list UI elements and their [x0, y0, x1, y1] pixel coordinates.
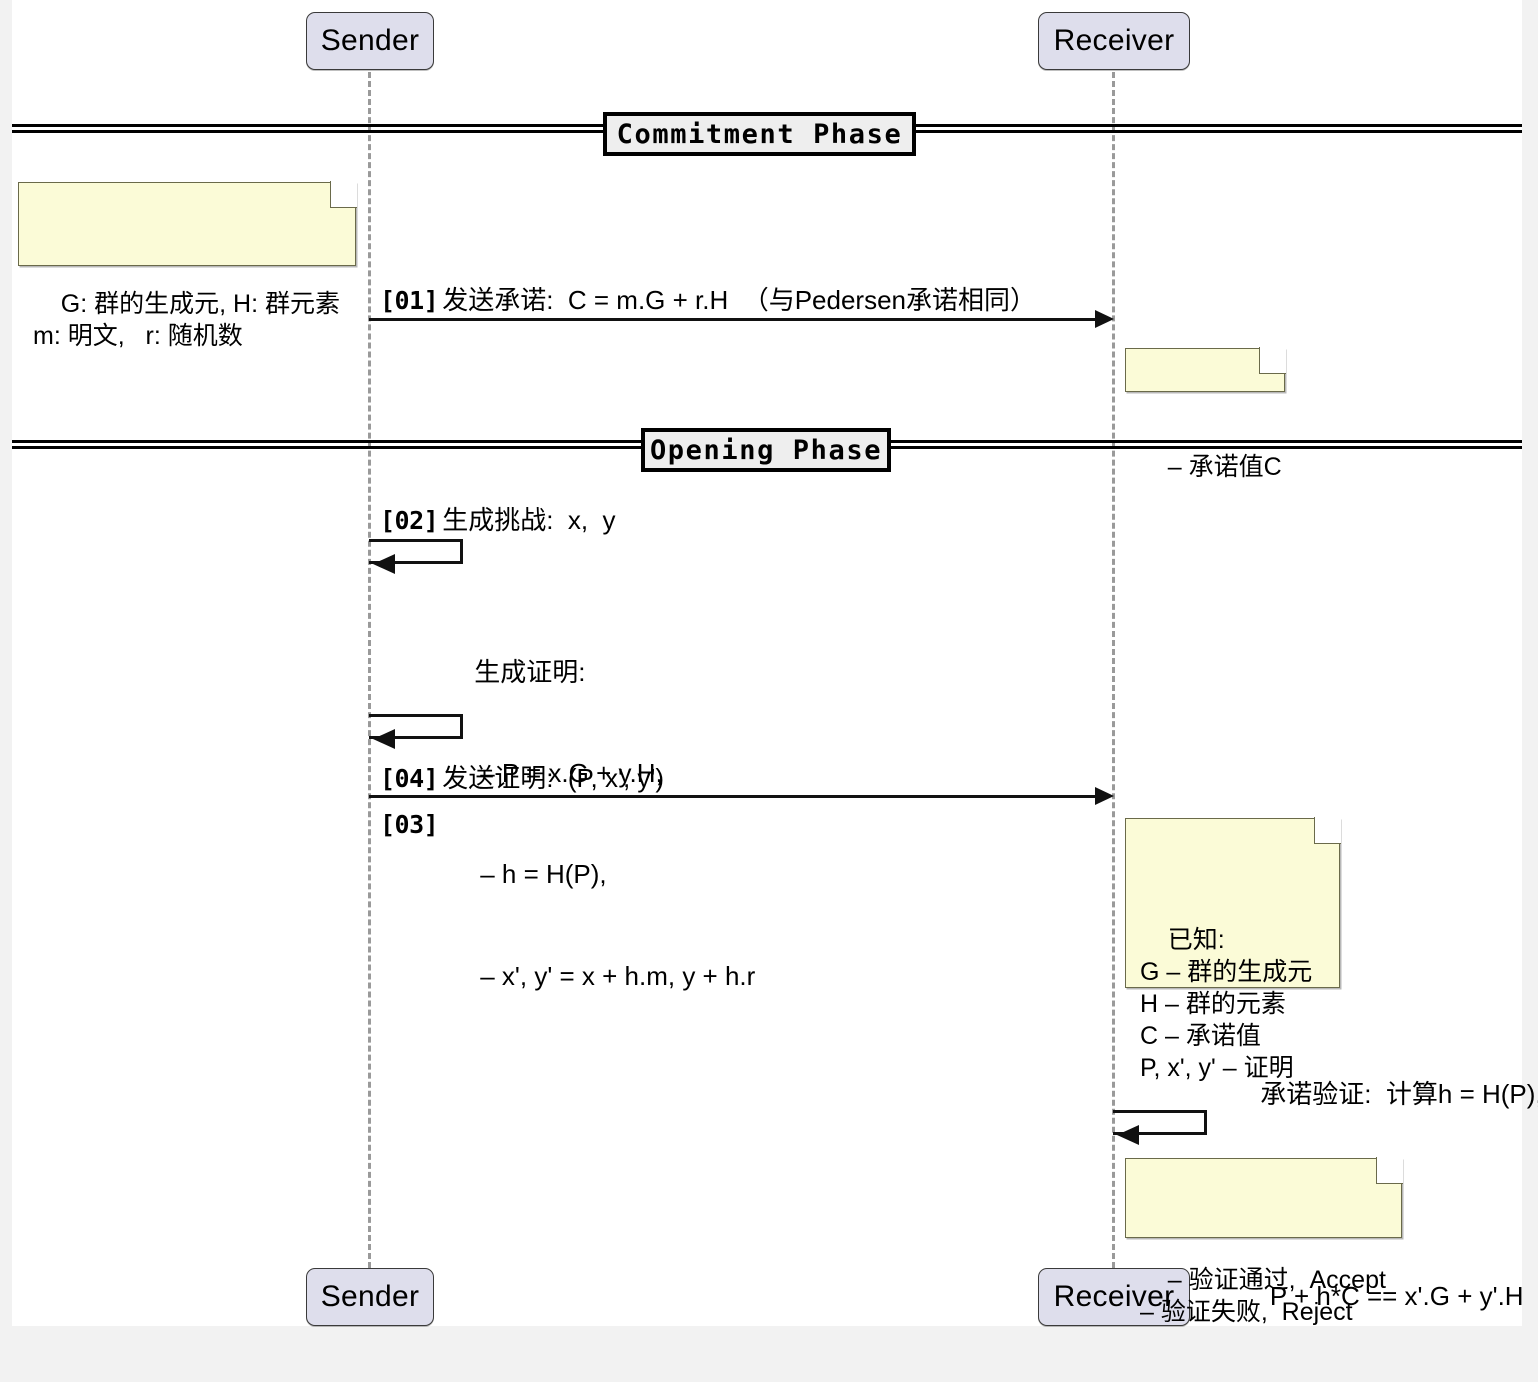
- phase-label-opening-text: Opening Phase: [650, 435, 882, 466]
- message-01-index: [01]: [380, 286, 438, 315]
- message-01-label: [01]发送承诺: C = m.G + r.H （与Pedersen承诺相同）: [380, 284, 1036, 318]
- message-02-text: 生成挑战: x, y: [442, 504, 615, 538]
- message-02-arrow-head-icon: [373, 554, 395, 574]
- message-01-arrow-line: [369, 318, 1104, 321]
- message-01-arrow-head-icon: [1095, 310, 1114, 328]
- note-receiver-result-text: ‒ 验证通过, Accept ‒ 验证失败, Reject: [1140, 1266, 1386, 1326]
- message-03-index: [03]: [380, 810, 438, 839]
- message-03-label: [03] 生成证明: ‒ P = x.G + y.H, ‒ h = H(P), …: [380, 588, 755, 1061]
- lifeline-receiver: [1112, 72, 1115, 1268]
- note-receiver-known: 已知: G ‒ 群的生成元 H ‒ 群的元素 C ‒ 承诺值 P, x', y'…: [1125, 818, 1340, 988]
- phase-label-commitment-text: Commitment Phase: [617, 119, 903, 150]
- note-receiver-result: ‒ 验证通过, Accept ‒ 验证失败, Reject: [1125, 1158, 1402, 1238]
- phase-label-commitment: Commitment Phase: [603, 112, 916, 156]
- lifeline-sender: [368, 72, 371, 1268]
- participant-sender-top[interactable]: Sender: [306, 12, 434, 70]
- message-04-label: [04]发送证明: (P, x', y'): [380, 762, 664, 796]
- note-receiver-commitment-text: ‒ 承诺值C: [1168, 453, 1282, 481]
- message-03-line-0: 生成证明:: [448, 656, 755, 690]
- message-04-arrow-line: [369, 795, 1104, 798]
- message-02-label: [02]生成挑战: x, y: [380, 504, 616, 538]
- note-fold-corner-icon: [330, 181, 357, 208]
- note-sender-params-text: G: 群的生成元, H: 群元素 m: 明文, r: 随机数: [33, 290, 340, 350]
- message-05-arrow-head-icon: [1117, 1125, 1139, 1145]
- participant-sender-bottom-label: Sender: [321, 1282, 420, 1312]
- participant-sender-top-label: Sender: [321, 26, 420, 56]
- message-03-line-2: ‒ h = H(P),: [448, 858, 755, 892]
- participant-receiver-top-label: Receiver: [1054, 26, 1175, 56]
- message-01-text: 发送承诺: C = m.G + r.H （与Pedersen承诺相同）: [442, 284, 1036, 318]
- note-sender-params: G: 群的生成元, H: 群元素 m: 明文, r: 随机数: [18, 182, 356, 266]
- sequence-diagram-canvas: Sender Receiver Commitment Phase G: 群的生成…: [12, 0, 1522, 1326]
- message-03-line-3: ‒ x', y' = x + h.m, y + h.r: [448, 960, 755, 994]
- participant-receiver-top[interactable]: Receiver: [1038, 12, 1190, 70]
- note-fold-corner-icon: [1314, 817, 1341, 844]
- note-receiver-known-text: 已知: G ‒ 群的生成元 H ‒ 群的元素 C ‒ 承诺值 P, x', y'…: [1140, 926, 1312, 1082]
- message-02-index: [02]: [380, 506, 438, 535]
- message-04-text: 发送证明: (P, x', y'): [442, 762, 664, 796]
- message-03-text: 生成证明: ‒ P = x.G + y.H, ‒ h = H(P), ‒ x',…: [448, 588, 755, 1061]
- note-fold-corner-icon: [1376, 1157, 1403, 1184]
- phase-label-opening: Opening Phase: [641, 428, 891, 472]
- note-fold-corner-icon: [1259, 347, 1286, 374]
- message-04-index: [04]: [380, 764, 438, 793]
- message-03-arrow-head-icon: [373, 729, 395, 749]
- message-04-arrow-head-icon: [1095, 787, 1114, 805]
- note-receiver-commitment: ‒ 承诺值C: [1125, 348, 1285, 392]
- participant-sender-bottom[interactable]: Sender: [306, 1268, 434, 1326]
